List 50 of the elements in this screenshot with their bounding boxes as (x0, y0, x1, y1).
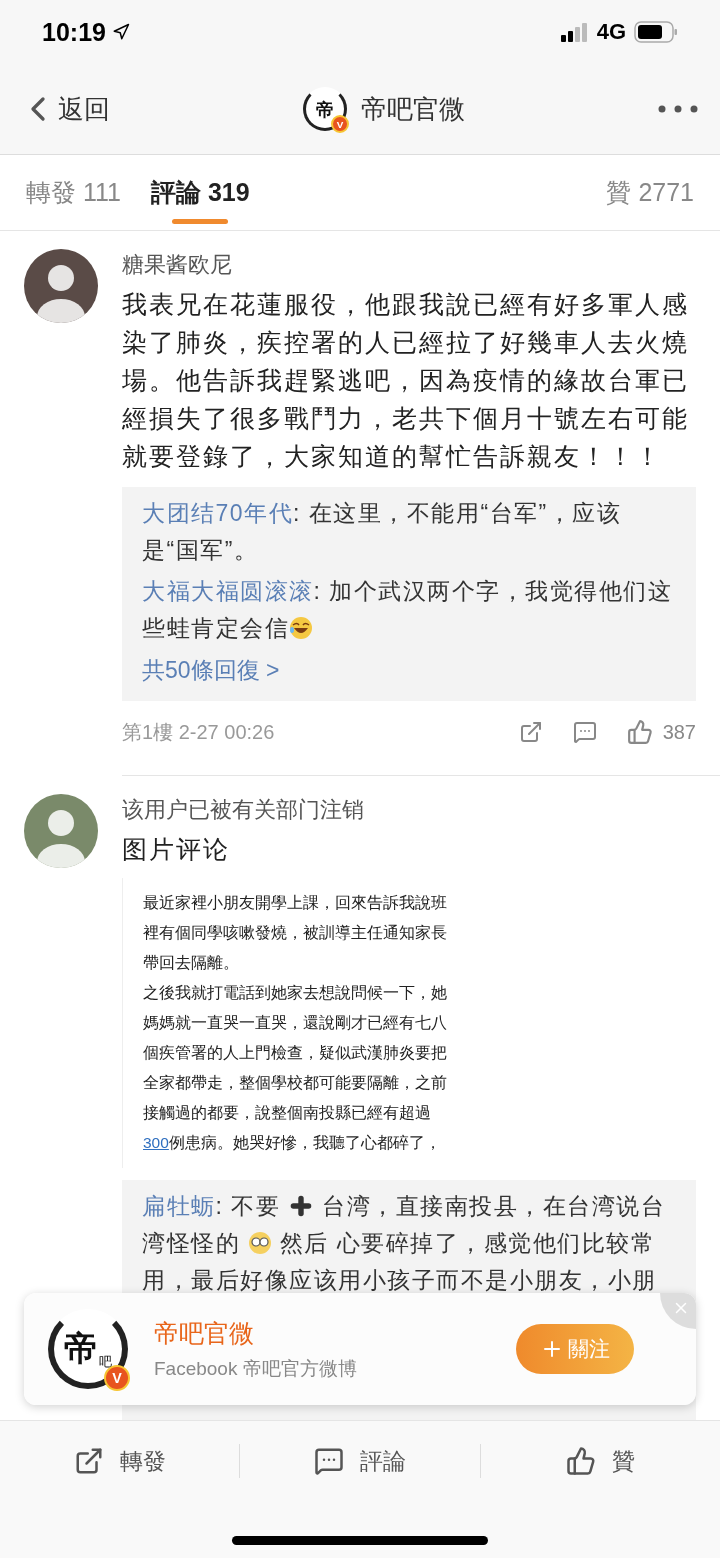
tab[interactable]: 評論 319 (150, 155, 250, 230)
account-description: Facebook 帝吧官方微博 (154, 1356, 358, 1381)
comment-text: 图片评论 (122, 834, 231, 865)
more-icon[interactable] (658, 105, 698, 113)
signal-icon (560, 22, 589, 42)
page-title: 帝吧官微 (361, 92, 465, 126)
follow-button[interactable]: 關注 (516, 1324, 634, 1374)
comment-author[interactable]: 该用户已被有关部门注销 (122, 794, 696, 826)
more-replies-link[interactable]: 共50條回復 > (142, 651, 676, 689)
comment-action[interactable]: 評論 (240, 1421, 480, 1501)
laughing-emoji-icon (289, 616, 313, 640)
thumbs-up-icon (626, 719, 653, 745)
comment-author[interactable]: 糖果酱欧尼 (122, 249, 696, 281)
battery-icon (634, 21, 678, 43)
tab-indicator (172, 219, 229, 224)
comment-icon (572, 720, 597, 744)
back-button[interactable]: 返回 (18, 89, 110, 129)
reply-user-link[interactable]: 扁牡蛎 (142, 1193, 216, 1219)
screenshot-text-line: 300例患病。她哭好慘，我聽了心都碎了， (143, 1133, 442, 1153)
reply-user-link[interactable]: 大福大福圆滚滚 (142, 578, 314, 604)
tab[interactable]: 贊 2771 (606, 155, 694, 230)
reply-text: 大团结70年代: 在这里，不能用“台军”，应该是“国军”。 (142, 499, 623, 565)
like-button[interactable]: 387 (626, 719, 696, 745)
screenshot-text-line: 裡有個同學咳嗽發燒，被訓導主任通知家長 (143, 923, 448, 943)
screenshot-text-line: 帶回去隔離。 (143, 953, 240, 973)
reply-text: 大福大福圆滚滚: 加个武汉两个字，我觉得他们这些蛙肯定会信 (142, 577, 674, 643)
comment-text: 我表兄在花蓮服役，他跟我說已經有好多軍人感染了肺炎，疾控署的人已經拉了好幾車人去火燒場。他告訴我趕緊逃吧，因為疫情的緣故台軍已經損失了很多戰鬥力，老共下個月十號左右可能就要登錄了，大家知道的幫忙告訴親友！！！ (122, 289, 690, 472)
comment-icon (314, 1446, 344, 1476)
screenshot-text-line: 最近家裡小朋友開學上課，回來告訴我說班 (143, 893, 448, 913)
screenshot-text-line: 接觸過的都要，說整個南投縣已經有超過 (143, 1103, 432, 1123)
screenshot-text-line: 全家都帶走，整個學校都可能要隔離，之前 (143, 1073, 448, 1093)
location-arrow-icon (111, 23, 130, 41)
tab[interactable]: 轉發 111 (26, 155, 121, 230)
reply-user-link[interactable]: 大团结70年代 (142, 500, 294, 526)
screenshot-link: 300 (143, 1134, 169, 1151)
network-type: 4G (596, 19, 626, 45)
verified-badge: V (331, 115, 349, 133)
screenshot-text-line: 之後我就打電話到她家去想說問候一下，她 (143, 983, 448, 1003)
account-name[interactable]: 帝吧官微 (154, 1316, 490, 1350)
screenshot-text-line: 個疾管署的人上門檢查，疑似武漢肺炎要把 (143, 1043, 448, 1063)
comment-button[interactable] (572, 720, 597, 744)
status-time: 10:19 (42, 17, 106, 47)
share-icon (518, 720, 543, 744)
like-action[interactable]: 贊 (480, 1421, 720, 1501)
share-action[interactable]: 轉發 (0, 1421, 240, 1501)
screenshot-text-line: 媽媽就一直哭一直哭，還說剛才已經有七八 (143, 1013, 448, 1033)
thumbs-up-icon (565, 1446, 596, 1476)
glasses-emoji-icon (247, 1231, 272, 1255)
floor-and-time: 第1樓 2-27 00:26 (122, 719, 275, 745)
share-button[interactable] (518, 720, 543, 744)
